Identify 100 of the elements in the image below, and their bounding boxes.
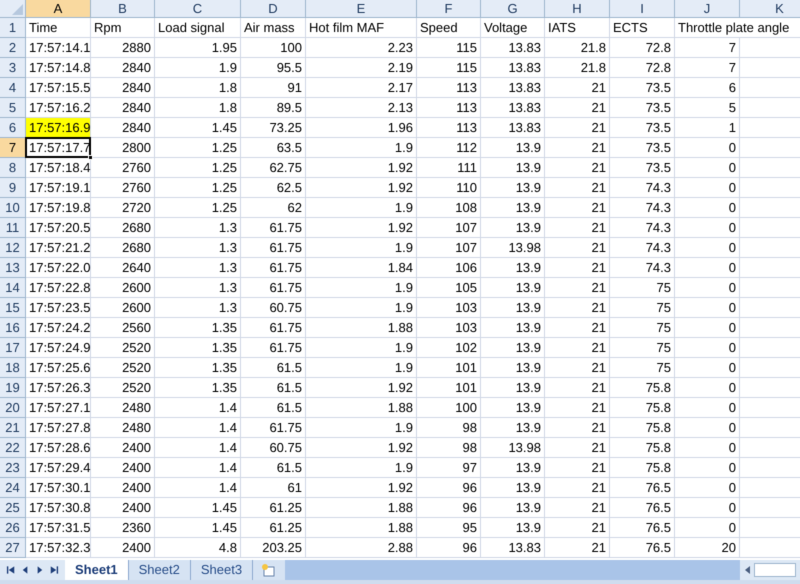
- row-header[interactable]: 17: [0, 338, 26, 358]
- column-header[interactable]: E: [306, 0, 417, 17]
- table-cell-text: 2600: [122, 298, 151, 317]
- table-cell-text: 75.8: [646, 438, 671, 457]
- corner-triangle-icon: [12, 4, 23, 15]
- table-cell: 17:57:25.6: [26, 358, 91, 378]
- table-cell-text: 73.5: [646, 78, 671, 97]
- table-cell-text: 2880: [122, 38, 151, 57]
- table-cell-text: 2480: [122, 398, 151, 417]
- row-header[interactable]: 16: [0, 318, 26, 338]
- table-cell-text: 73.5: [646, 98, 671, 117]
- first-sheet-button[interactable]: [6, 564, 17, 576]
- table-cell: 17:57:29.4: [26, 458, 91, 478]
- table-cell-text: 21: [592, 318, 606, 337]
- table-cell-text: 1.96: [388, 118, 413, 137]
- table-cell-text: 13.9: [516, 358, 541, 377]
- row-header[interactable]: 14: [0, 278, 26, 298]
- table-cell-text: 2.23: [388, 38, 413, 57]
- row-header[interactable]: 26: [0, 518, 26, 538]
- table-cell-text: 105: [455, 278, 477, 297]
- row-header[interactable]: 9: [0, 178, 26, 198]
- row-header[interactable]: 23: [0, 458, 26, 478]
- table-cell: 17:57:26.3: [26, 378, 91, 398]
- table-cell: 17:57:19.8: [26, 198, 91, 218]
- table-cell-text: 74.3: [646, 198, 671, 217]
- table-cell-text: 1.3: [218, 278, 237, 297]
- last-sheet-button[interactable]: [48, 564, 59, 576]
- sheet-tab[interactable]: Sheet2: [128, 560, 191, 580]
- row-header[interactable]: 25: [0, 498, 26, 518]
- table-cell-text: 13.83: [508, 78, 541, 97]
- row-header[interactable]: 3: [0, 58, 26, 78]
- table-cell-text: 13.9: [516, 398, 541, 417]
- table-cell-text: 1.3: [218, 238, 237, 257]
- table-cell-text: 1.3: [218, 298, 237, 317]
- sheet-tab[interactable]: Sheet3: [190, 560, 254, 580]
- table-cell-text: 6: [728, 78, 736, 97]
- row-header[interactable]: 1: [0, 18, 26, 38]
- row-header[interactable]: 24: [0, 478, 26, 498]
- row-header[interactable]: 12: [0, 238, 26, 258]
- sheet-tab[interactable]: Sheet1: [65, 560, 129, 580]
- row-header[interactable]: 8: [0, 158, 26, 178]
- table-cell-text: 75: [656, 358, 671, 377]
- table-cell-text: 1.4: [218, 458, 237, 477]
- table-cell-text: 0: [728, 298, 736, 317]
- table-cell-text: 75: [656, 278, 671, 297]
- table-cell-text: 61.75: [269, 238, 302, 257]
- row-header[interactable]: 4: [0, 78, 26, 98]
- table-cell-text: 73.5: [646, 118, 671, 137]
- table-cell-text: 13.83: [508, 38, 541, 57]
- table-cell-text: 2520: [122, 338, 151, 357]
- table-cell-text: 2480: [122, 418, 151, 437]
- row-header[interactable]: 13: [0, 258, 26, 278]
- insert-sheet-button[interactable]: [253, 560, 286, 580]
- table-cell-text: 61.25: [269, 498, 302, 517]
- column-header[interactable]: D: [241, 0, 306, 17]
- table-cell-text: 13.9: [516, 498, 541, 517]
- row-header[interactable]: 27: [0, 538, 26, 558]
- table-cell-text: 5: [728, 98, 736, 117]
- row-header[interactable]: 21: [0, 418, 26, 438]
- column-header[interactable]: B: [91, 0, 155, 17]
- table-cell-text: 13.9: [516, 318, 541, 337]
- horizontal-scrollbar[interactable]: [740, 560, 800, 580]
- table-cell-text: 76.5: [646, 538, 671, 557]
- column-header[interactable]: C: [155, 0, 241, 17]
- row-header[interactable]: 2: [0, 38, 26, 58]
- row-header[interactable]: 7: [0, 138, 26, 158]
- row-header[interactable]: 15: [0, 298, 26, 318]
- table-cell-text: 1.9: [394, 298, 413, 317]
- row-header[interactable]: 5: [0, 98, 26, 118]
- row-header[interactable]: 20: [0, 398, 26, 418]
- table-cell-text: 1.9: [394, 338, 413, 357]
- table-cell-text: 2560: [122, 318, 151, 337]
- table-cell: 17:57:14.8: [26, 58, 91, 78]
- row-header[interactable]: 10: [0, 198, 26, 218]
- table-cell-text: 75: [656, 338, 671, 357]
- table-cell-text: 1.4: [218, 438, 237, 457]
- table-cell-text: 21: [592, 458, 606, 477]
- column-header[interactable]: G: [481, 0, 545, 17]
- column-header[interactable]: F: [417, 0, 481, 17]
- row-header[interactable]: 22: [0, 438, 26, 458]
- column-header[interactable]: I: [610, 0, 675, 17]
- table-cell-text: 1: [728, 118, 736, 137]
- column-header[interactable]: K: [740, 0, 800, 17]
- table-cell-text: 76.5: [646, 478, 671, 497]
- table-cell-text: 1.35: [212, 338, 237, 357]
- table-cell-text: 0: [728, 318, 736, 337]
- column-header[interactable]: J: [675, 0, 740, 17]
- table-cell-text: 1.45: [212, 518, 237, 537]
- table-cell-text: 13.9: [516, 458, 541, 477]
- table-cell-text: 21: [592, 138, 606, 157]
- row-header[interactable]: 6: [0, 118, 26, 138]
- table-cell-text: 2520: [122, 358, 151, 377]
- row-header[interactable]: 11: [0, 218, 26, 238]
- row-header[interactable]: 18: [0, 358, 26, 378]
- column-header[interactable]: A: [26, 0, 91, 17]
- table-cell-text: 1.4: [218, 398, 237, 417]
- table-cell-text: 21: [592, 78, 606, 97]
- column-header[interactable]: H: [545, 0, 610, 17]
- table-cell-text: 1.9: [394, 358, 413, 377]
- row-header[interactable]: 19: [0, 378, 26, 398]
